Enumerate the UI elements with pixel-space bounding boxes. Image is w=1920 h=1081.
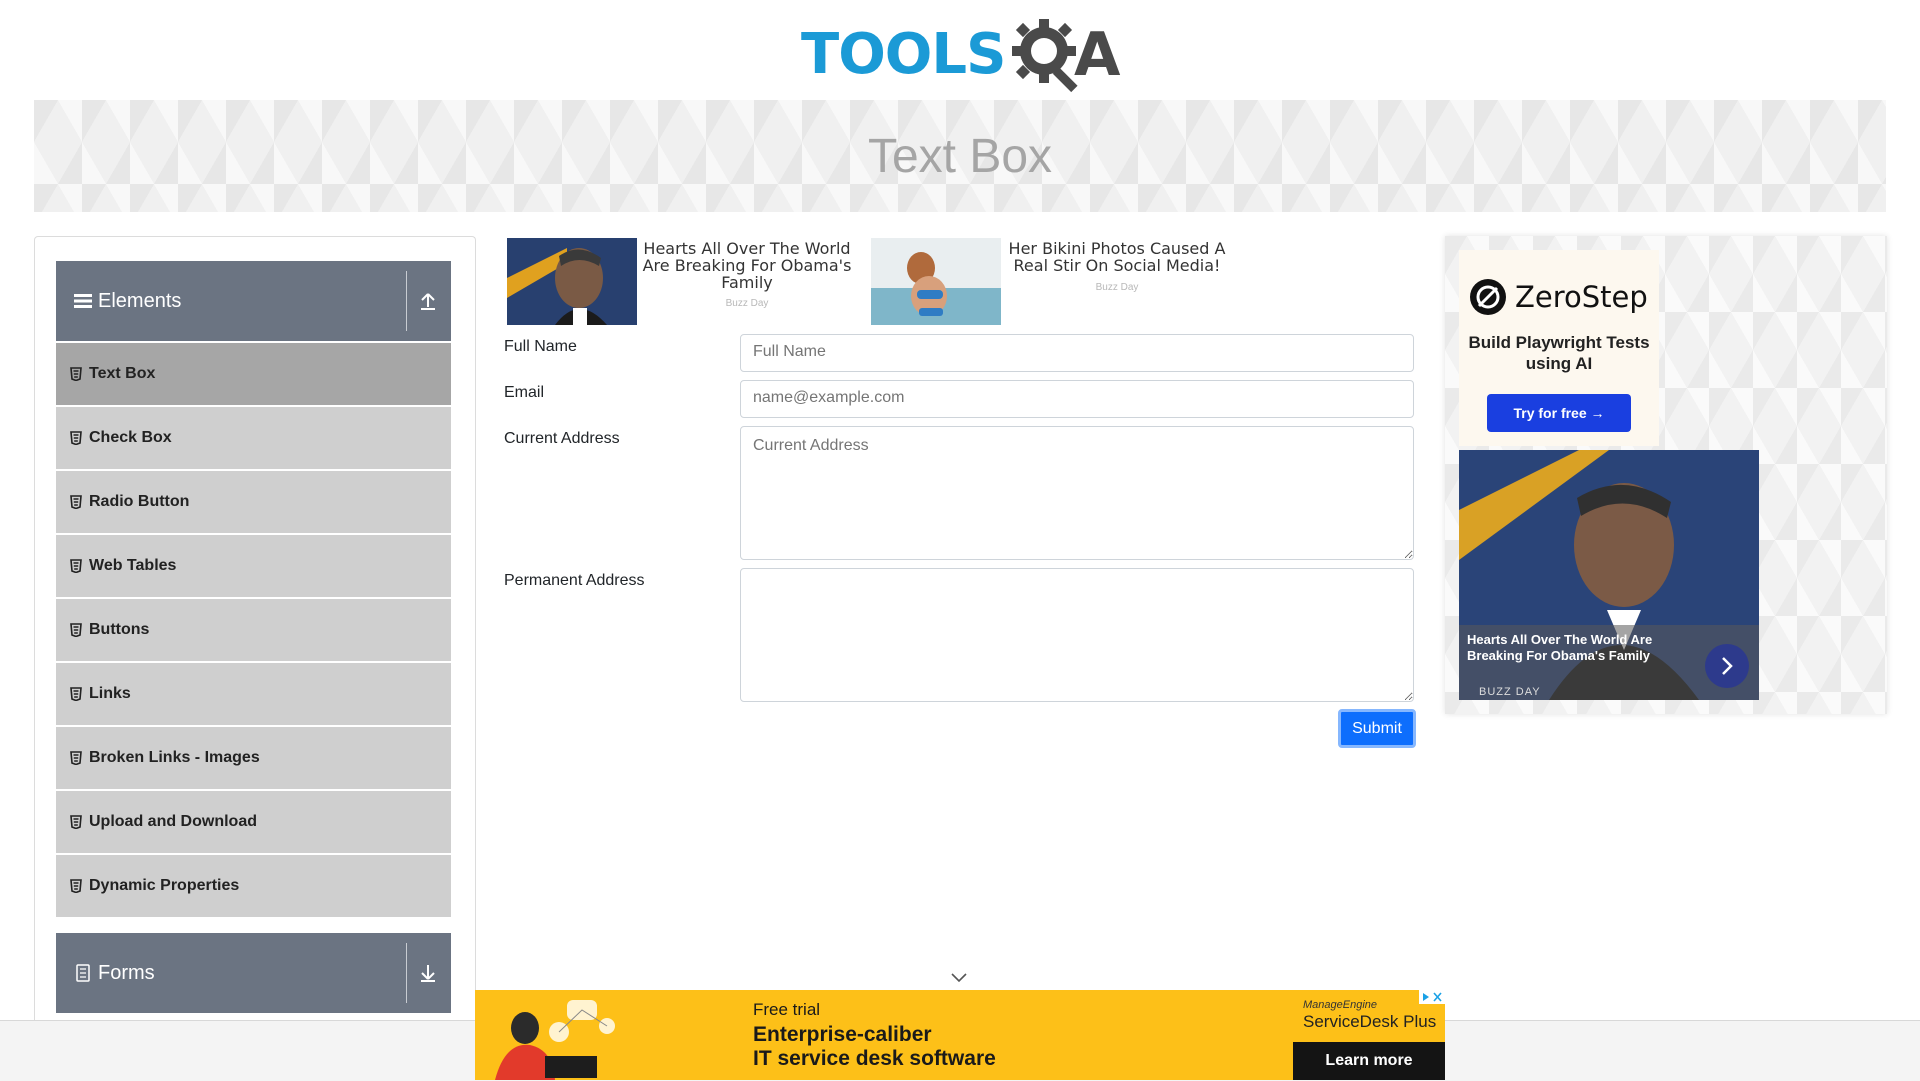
permanent-address-textarea[interactable] bbox=[740, 568, 1414, 702]
ad-source: Buzz Day bbox=[725, 298, 769, 309]
story-ad-title: Hearts All Over The World Are Breaking F… bbox=[1467, 632, 1653, 663]
page-banner: Text Box bbox=[34, 100, 1886, 212]
sidebar-group-label: Elements bbox=[98, 289, 182, 312]
divider bbox=[406, 271, 407, 331]
next-arrow-button[interactable] bbox=[1705, 644, 1749, 688]
sidebar-item-label: Upload and Download bbox=[89, 813, 257, 830]
item-icon bbox=[70, 495, 82, 509]
sidebar-item-text-box[interactable]: Text Box bbox=[56, 343, 451, 405]
item-icon bbox=[70, 623, 82, 637]
ad-source: Buzz Day bbox=[1095, 282, 1139, 293]
collapse-up-icon[interactable] bbox=[416, 289, 440, 313]
ad-title[interactable]: Hearts All Over The World Are Breaking F… bbox=[640, 240, 854, 291]
item-icon bbox=[70, 751, 82, 765]
bottom-ad-brand: ServiceDesk Plus bbox=[1303, 1012, 1437, 1031]
sidebar-item-label: Web Tables bbox=[89, 557, 177, 574]
form-icon bbox=[72, 962, 94, 984]
ad-card[interactable]: Her Bikini Photos Caused A Real Stir On … bbox=[871, 238, 1231, 326]
bottom-ad-line1: Enterprise-caliber bbox=[753, 1023, 932, 1046]
zerostep-logo: ZeroStep bbox=[1469, 278, 1648, 316]
full-name-input[interactable] bbox=[740, 334, 1414, 372]
sidebar: Elements Text Box Check Box Radio Button… bbox=[34, 236, 476, 1037]
current-address-label: Current Address bbox=[504, 430, 620, 447]
zerostep-icon bbox=[1470, 279, 1506, 315]
sidebar-item-label: Buttons bbox=[89, 621, 150, 638]
submit-button[interactable]: Submit bbox=[1338, 709, 1416, 748]
sidebar-item-label: Check Box bbox=[89, 429, 172, 446]
learn-more-button[interactable]: Learn more bbox=[1293, 1042, 1445, 1080]
story-ad[interactable]: Hearts All Over The World Are Breaking F… bbox=[1459, 450, 1759, 700]
divider bbox=[406, 943, 407, 1003]
item-icon bbox=[70, 367, 82, 381]
bottom-ad-line2: IT service desk software bbox=[753, 1047, 996, 1070]
item-icon bbox=[70, 815, 82, 829]
hamburger-icon bbox=[72, 290, 94, 312]
sidebar-item-upload-download[interactable]: Upload and Download bbox=[56, 791, 451, 853]
email-label: Email bbox=[504, 384, 545, 401]
sidebar-item-broken-links[interactable]: Broken Links - Images bbox=[56, 727, 451, 789]
current-address-textarea[interactable] bbox=[740, 426, 1414, 560]
bottom-ad-eyebrow: Free trial bbox=[753, 1000, 821, 1019]
item-icon bbox=[70, 879, 82, 893]
sidebar-item-radio-button[interactable]: Radio Button bbox=[56, 471, 451, 533]
item-icon bbox=[70, 431, 82, 445]
ad-thumbnail-image bbox=[871, 238, 1001, 325]
story-ad-source: BUZZ DAY bbox=[1479, 686, 1541, 698]
sidebar-item-label: Dynamic Properties bbox=[89, 877, 240, 894]
ad-card[interactable]: Hearts All Over The World Are Breaking F… bbox=[507, 238, 857, 326]
zerostep-tagline: Build Playwright Tests using AI bbox=[1468, 333, 1650, 373]
sidebar-item-label: Text Box bbox=[89, 365, 156, 382]
toolsqa-logo[interactable]: TOOLS A bbox=[801, 12, 1123, 93]
sidebar-item-web-tables[interactable]: Web Tables bbox=[56, 535, 451, 597]
chevron-down-icon[interactable] bbox=[950, 972, 968, 984]
sidebar-item-dynamic-properties[interactable]: Dynamic Properties bbox=[56, 855, 451, 917]
sidebar-item-links[interactable]: Links bbox=[56, 663, 451, 725]
zerostep-brand: ZeroStep bbox=[1515, 280, 1648, 314]
zerostep-ad[interactable]: ZeroStep Build Playwright Tests using AI… bbox=[1459, 250, 1659, 446]
try-for-free-button[interactable]: Try for free → bbox=[1487, 394, 1631, 432]
email-input[interactable] bbox=[740, 380, 1414, 418]
page-title: Text Box bbox=[867, 129, 1053, 183]
ad-close-icon[interactable] bbox=[1419, 990, 1445, 1004]
sidebar-group-forms[interactable]: Forms bbox=[56, 933, 451, 1013]
expand-down-icon[interactable] bbox=[416, 961, 440, 985]
sidebar-items-elements: Text Box Check Box Radio Button Web Tabl… bbox=[56, 343, 451, 919]
sidebar-item-buttons[interactable]: Buttons bbox=[56, 599, 451, 661]
permanent-address-label: Permanent Address bbox=[504, 572, 645, 589]
sidebar-item-check-box[interactable]: Check Box bbox=[56, 407, 451, 469]
sidebar-group-label: Forms bbox=[98, 961, 155, 984]
item-icon bbox=[70, 687, 82, 701]
logo-letter-a: A bbox=[1074, 20, 1121, 90]
ad-title[interactable]: Her Bikini Photos Caused A Real Stir On … bbox=[1004, 240, 1230, 274]
sidebar-item-label: Broken Links - Images bbox=[89, 749, 260, 766]
item-icon bbox=[70, 559, 82, 573]
sidebar-group-elements[interactable]: Elements bbox=[56, 261, 451, 341]
bottom-ad-brand-top: ManageEngine bbox=[1303, 999, 1378, 1011]
full-name-label: Full Name bbox=[504, 338, 577, 355]
right-ad-panel[interactable]: ZeroStep Build Playwright Tests using AI… bbox=[1445, 236, 1887, 714]
bottom-ad-headline: Enterprise-caliber IT service desk softw… bbox=[753, 1023, 996, 1071]
chevron-right-icon bbox=[1722, 657, 1733, 675]
ad-thumbnail-image bbox=[507, 238, 637, 325]
sidebar-item-label: Links bbox=[89, 685, 131, 702]
bottom-ad-illustration bbox=[495, 1000, 615, 1080]
logo-text: TOOLS bbox=[801, 22, 1006, 87]
sidebar-item-label: Radio Button bbox=[89, 493, 190, 510]
bottom-ad-banner[interactable]: Free trial Enterprise-caliber IT service… bbox=[475, 990, 1445, 1080]
